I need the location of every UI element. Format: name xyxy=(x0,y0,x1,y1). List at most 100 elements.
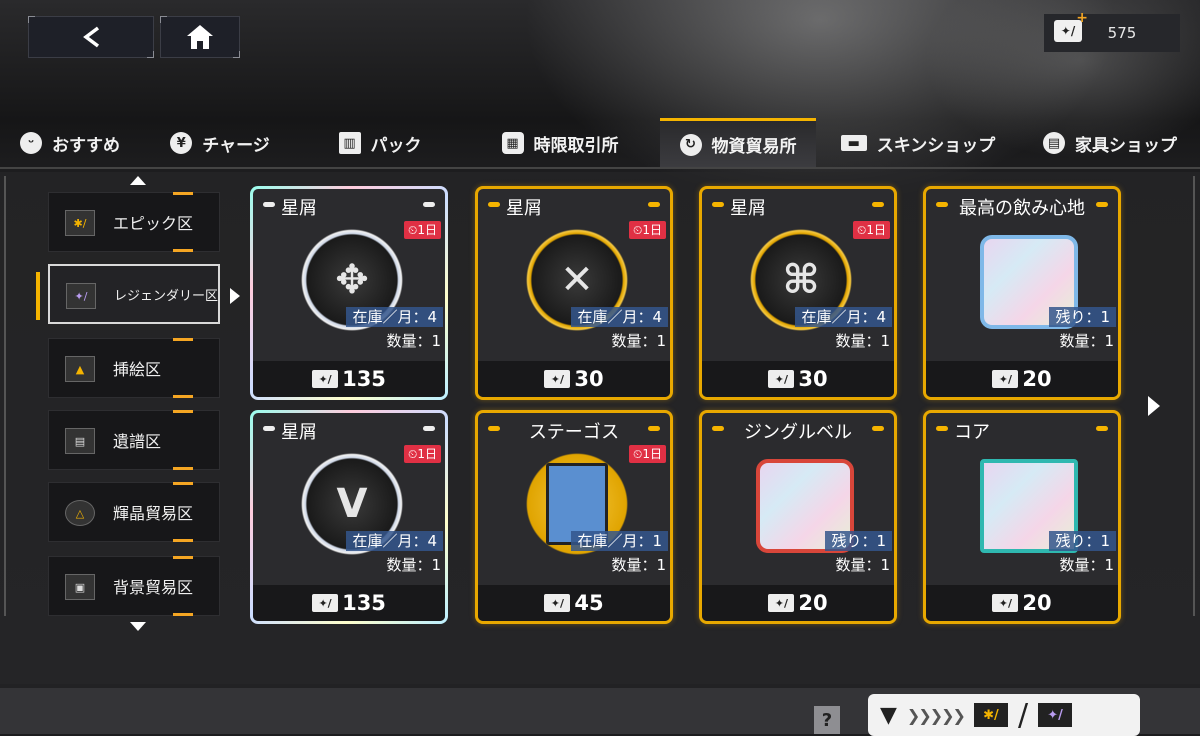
home-button[interactable] xyxy=(160,16,240,58)
orange-tick xyxy=(173,613,193,616)
gift-icon: ▥ xyxy=(338,132,361,154)
sidebar-item-crystal[interactable]: △ 輝晶貿易区 xyxy=(48,482,220,542)
panel-edge-right xyxy=(1193,176,1195,616)
sidebar-item-label: レジェンダリー区 xyxy=(114,288,219,304)
emblem-icon: ✕ xyxy=(560,257,594,303)
tab-recommended[interactable]: ᵕ おすすめ xyxy=(0,118,140,168)
tab-charge[interactable]: ¥ チャージ xyxy=(140,118,300,168)
timer-badge: ⏲1日 xyxy=(628,445,666,463)
ticket-icon: ✦/ xyxy=(992,370,1019,388)
stock-label: 在庫／月：4 xyxy=(346,531,443,551)
shop-item-card[interactable]: 星屑 ⏲1日 V 在庫／月：4 数量：1 ✦/135 xyxy=(250,410,448,624)
timer-text: 1日 xyxy=(642,223,662,237)
tab-divider xyxy=(0,167,1200,169)
stock-label: 残り：1 xyxy=(1049,307,1116,327)
tab-supply-trade[interactable]: ↻ 物資貿易所 xyxy=(660,118,816,168)
epic-ticket-icon: ✱/ xyxy=(65,210,95,236)
tab-skin-shop[interactable]: ▬ スキンショップ xyxy=(816,118,1020,168)
slash-divider: / xyxy=(1017,697,1029,733)
price-bar: ✦/20 xyxy=(926,585,1118,621)
next-page-icon[interactable] xyxy=(1148,396,1160,416)
ticket-icon: ✦/ xyxy=(544,370,571,388)
item-name: ジングルベル xyxy=(744,422,852,443)
orange-tick xyxy=(173,482,193,485)
sidebar-item-illustration[interactable]: ▲ 挿絵区 xyxy=(48,338,220,398)
tab-label: おすすめ xyxy=(52,135,120,156)
item-name: 星屑 xyxy=(281,422,317,443)
price: 20 xyxy=(1022,591,1052,615)
shop-item-card[interactable]: コア 残り：1 数量：1 ✦/20 xyxy=(923,410,1121,624)
shop-item-card[interactable]: 星屑 ⏲1日 ✥ 在庫／月：4 数量：1 ✦/135 xyxy=(250,186,448,400)
item-name: ステーゴス xyxy=(528,422,620,443)
price: 20 xyxy=(798,591,828,615)
home-icon xyxy=(187,25,213,49)
legendary-ticket-icon: ✦/ xyxy=(1038,703,1073,727)
orange-tick xyxy=(173,556,193,559)
tab-label: 物資貿易所 xyxy=(711,137,797,157)
stock-label: 在庫／月：4 xyxy=(346,307,443,327)
shop-item-card[interactable]: 星屑 ⏲1日 ⌘ 在庫／月：4 数量：1 ✦/30 xyxy=(699,186,897,400)
shop-item-card[interactable]: ステーゴス ⏲1日 在庫／月：1 数量：1 ✦/45 xyxy=(475,410,673,624)
back-button[interactable] xyxy=(28,16,154,58)
faction-emblem-icon: ▼ xyxy=(880,702,897,728)
tab-pack[interactable]: ▥ パック xyxy=(300,118,460,168)
scroll-up-icon[interactable] xyxy=(130,176,146,185)
price-bar: ✦/20 xyxy=(702,585,894,621)
orange-tick xyxy=(173,338,193,341)
price: 45 xyxy=(574,591,604,615)
illustration-icon: ▲ xyxy=(65,356,95,382)
score-icon: ▤ xyxy=(65,428,95,454)
shop-item-card[interactable]: 星屑 ⏲1日 ✕ 在庫／月：4 数量：1 ✦/30 xyxy=(475,186,673,400)
price: 20 xyxy=(1022,367,1052,391)
orange-tick xyxy=(173,467,193,470)
selected-arrow-icon xyxy=(230,288,240,304)
sidebar-item-score[interactable]: ▤ 遺譜区 xyxy=(48,410,220,470)
emblem-icon: ✥ xyxy=(335,257,369,303)
timer-badge: ⏲1日 xyxy=(628,221,666,239)
stock-label: 残り：1 xyxy=(825,531,892,551)
ticket-icon: ✦/ xyxy=(992,594,1019,612)
orange-tick xyxy=(173,539,193,542)
timer-text: 1日 xyxy=(866,223,886,237)
quantity-label: 数量：1 xyxy=(611,332,666,350)
timer-badge: ⏲1日 xyxy=(852,221,890,239)
help-button[interactable]: ? xyxy=(814,706,840,734)
timer-text: 1日 xyxy=(417,447,437,461)
pill-mark xyxy=(488,202,500,207)
stock-label: 在庫／月：1 xyxy=(571,531,668,551)
price: 30 xyxy=(574,367,604,391)
quantity-label: 数量：1 xyxy=(835,332,890,350)
exchange-panel[interactable]: ▼ ❯❯❯❯❯ ✱/ / ✦/ xyxy=(868,694,1140,736)
tab-limited-exchange[interactable]: ▦ 時限取引所 xyxy=(460,118,660,168)
sidebar-item-label: 挿絵区 xyxy=(113,360,162,379)
shop-tabs: ᵕ おすすめ ¥ チャージ ▥ パック ▦ 時限取引所 ↻ 物資貿易所 ▬ スキンショップ … xyxy=(0,118,1200,168)
emblem-icon: V xyxy=(336,481,368,527)
price-bar: ✦/45 xyxy=(478,585,670,621)
grid-icon: ▦ xyxy=(501,132,524,154)
yen-icon: ¥ xyxy=(170,132,193,154)
active-indicator xyxy=(36,272,40,320)
orange-tick xyxy=(173,249,193,252)
sidebar-item-background[interactable]: ▣ 背景貿易区 xyxy=(48,556,220,616)
crystal-icon: △ xyxy=(65,500,95,526)
shop-item-card[interactable]: ジングルベル 残り：1 数量：1 ✦/20 xyxy=(699,410,897,624)
price-bar: ✦/30 xyxy=(478,361,670,397)
price: 135 xyxy=(342,367,386,391)
timer-badge: ⏲1日 xyxy=(403,445,441,463)
quantity-label: 数量：1 xyxy=(611,556,666,574)
shop-item-card[interactable]: 最高の飲み心地 残り：1 数量：1 ✦/20 xyxy=(923,186,1121,400)
tab-furniture-shop[interactable]: ▤ 家具ショップ xyxy=(1020,118,1200,168)
timer-text: 1日 xyxy=(417,223,437,237)
pill-mark xyxy=(263,426,275,431)
sidebar-item-label: 輝晶貿易区 xyxy=(113,504,194,523)
sidebar-item-epic[interactable]: ✱/ エピック区 xyxy=(48,192,220,252)
scroll-down-icon[interactable] xyxy=(130,622,146,631)
sidebar-item-legendary[interactable]: ✦/ レジェンダリー区 xyxy=(48,264,220,324)
chevron-left-icon xyxy=(83,26,100,48)
item-name: 星屑 xyxy=(506,198,542,219)
sofa-icon: ▤ xyxy=(1043,132,1065,154)
quantity-label: 数量：1 xyxy=(1059,556,1114,574)
ticket-icon: ✦/ xyxy=(768,370,795,388)
plus-icon[interactable]: + xyxy=(1076,10,1088,26)
stock-label: 在庫／月：4 xyxy=(795,307,892,327)
